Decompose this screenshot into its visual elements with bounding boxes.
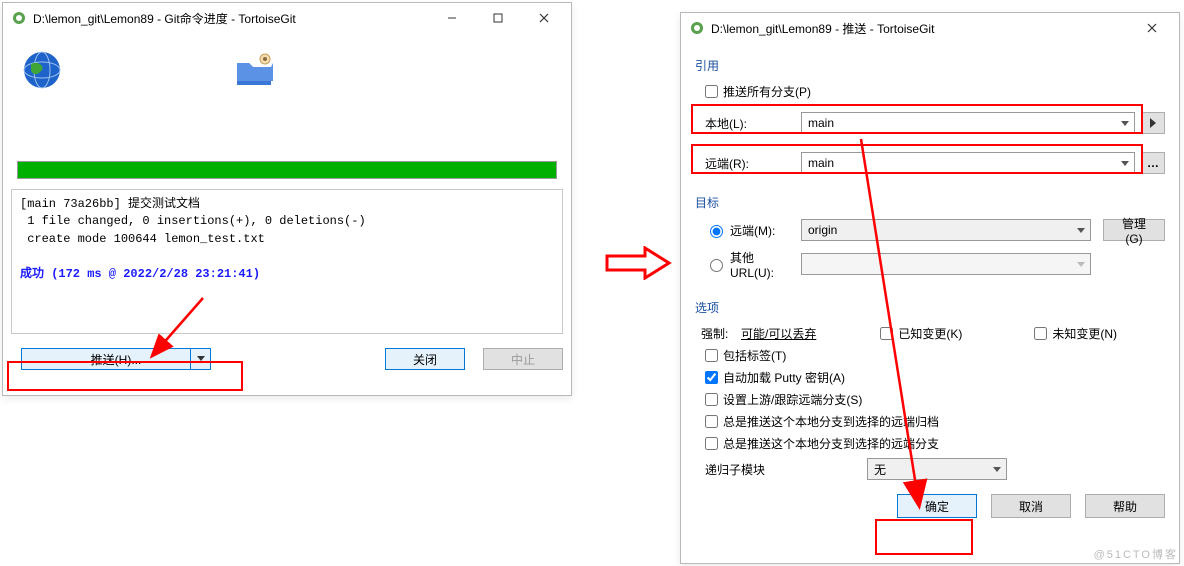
browse-local-button[interactable] xyxy=(1141,112,1165,134)
remote-label: 远端(R): xyxy=(701,155,795,172)
cancel-button[interactable]: 取消 xyxy=(991,494,1071,518)
known-changes-checkbox[interactable] xyxy=(880,327,893,340)
chevron-down-icon[interactable] xyxy=(1072,254,1090,274)
remote-branch-value: main xyxy=(808,156,834,170)
auto-putty-label: 自动加载 Putty 密钥(A) xyxy=(723,369,845,386)
auto-putty-checkbox[interactable] xyxy=(705,371,718,384)
local-branch-value: main xyxy=(808,116,834,130)
progress-bar xyxy=(17,161,557,179)
unknown-changes-checkbox[interactable] xyxy=(1034,327,1047,340)
chevron-down-icon[interactable] xyxy=(1116,153,1134,173)
log-line: create mode 100644 lemon_test.txt xyxy=(20,232,265,246)
titlebar: D:\lemon_git\Lemon89 - Git命令进度 - Tortois… xyxy=(3,3,571,33)
big-arrow-icon xyxy=(605,246,673,280)
push-all-branches-checkbox[interactable] xyxy=(705,85,718,98)
close-button[interactable] xyxy=(1129,13,1175,43)
push-button-label: 推送(H)... xyxy=(91,351,142,368)
set-upstream-label: 设置上游/跟踪远端分支(S) xyxy=(723,391,862,408)
push-button[interactable]: 推送(H)... xyxy=(21,348,211,370)
chevron-down-icon[interactable] xyxy=(1072,220,1090,240)
group-target-label: 目标 xyxy=(695,194,1165,211)
ok-label: 确定 xyxy=(925,498,949,515)
folder-icon xyxy=(233,49,275,91)
chevron-down-icon[interactable] xyxy=(1116,113,1134,133)
push-all-branches-label: 推送所有分支(P) xyxy=(723,83,811,100)
manage-label: 管理(G) xyxy=(1118,215,1150,246)
window-title: D:\lemon_git\Lemon89 - Git命令进度 - Tortois… xyxy=(33,10,429,27)
log-output[interactable]: [main 73a26bb] 提交测试文档 1 file changed, 0 … xyxy=(11,189,563,334)
include-tags-label: 包括标签(T) xyxy=(723,347,786,364)
local-label: 本地(L): xyxy=(701,115,795,132)
abort-button: 中止 xyxy=(483,348,563,370)
always-push-archive-label: 总是推送这个本地分支到选择的远端归档 xyxy=(723,413,939,430)
remote-branch-combo[interactable]: main xyxy=(801,152,1135,174)
known-changes-label: 已知变更(K) xyxy=(898,325,962,342)
app-icon xyxy=(689,20,705,36)
browse-remote-button[interactable]: … xyxy=(1141,152,1165,174)
chevron-down-icon[interactable] xyxy=(190,349,210,369)
force-option-link[interactable]: 可能/可以丢弃 xyxy=(741,325,816,342)
abort-label: 中止 xyxy=(511,351,535,368)
maximize-button[interactable] xyxy=(475,3,521,33)
watermark: @51CTO博客 xyxy=(1094,546,1178,562)
chevron-down-icon[interactable] xyxy=(988,459,1006,479)
force-label: 强制: xyxy=(701,325,735,342)
group-options-label: 选项 xyxy=(695,299,1165,316)
minimize-button[interactable] xyxy=(429,3,475,33)
window-body: [main 73a26bb] 提交测试文档 1 file changed, 0 … xyxy=(3,33,571,378)
other-url-combo[interactable] xyxy=(801,253,1091,275)
close-dialog-label: 关闭 xyxy=(413,351,437,368)
target-remote-value: origin xyxy=(808,223,837,237)
manage-button[interactable]: 管理(G) xyxy=(1103,219,1165,241)
local-branch-combo[interactable]: main xyxy=(801,112,1135,134)
window-title: D:\lemon_git\Lemon89 - 推送 - TortoiseGit xyxy=(711,20,1129,37)
ok-button[interactable]: 确定 xyxy=(897,494,977,518)
target-remote-combo[interactable]: origin xyxy=(801,219,1091,241)
close-dialog-button[interactable]: 关闭 xyxy=(385,348,465,370)
submodule-value: 无 xyxy=(874,461,886,478)
submodule-combo[interactable]: 无 xyxy=(867,458,1007,480)
help-button[interactable]: 帮助 xyxy=(1085,494,1165,518)
push-dialog: D:\lemon_git\Lemon89 - 推送 - TortoiseGit … xyxy=(680,12,1180,564)
include-tags-checkbox[interactable] xyxy=(705,349,718,362)
log-success: 成功 (172 ms @ 2022/2/28 23:21:41) xyxy=(20,267,260,281)
always-push-branch-checkbox[interactable] xyxy=(705,437,718,450)
help-label: 帮助 xyxy=(1113,498,1137,515)
log-line: 1 file changed, 0 insertions(+), 0 delet… xyxy=(20,214,366,228)
target-remote-label[interactable]: 远端(M): xyxy=(701,222,795,239)
globe-icon xyxy=(21,49,63,91)
dialog-body: 引用 推送所有分支(P) 本地(L): main 远端(R): main xyxy=(681,43,1179,528)
app-icon xyxy=(11,10,27,26)
titlebar: D:\lemon_git\Lemon89 - 推送 - TortoiseGit xyxy=(681,13,1179,43)
other-url-label[interactable]: 其他URL(U): xyxy=(701,249,795,280)
group-ref-label: 引用 xyxy=(695,57,1165,74)
always-push-archive-checkbox[interactable] xyxy=(705,415,718,428)
log-line: [main 73a26bb] 提交测试文档 xyxy=(20,197,200,211)
unknown-changes-label: 未知变更(N) xyxy=(1052,325,1117,342)
always-push-branch-label: 总是推送这个本地分支到选择的远端分支 xyxy=(723,435,939,452)
target-remote-radio[interactable] xyxy=(710,225,723,238)
set-upstream-checkbox[interactable] xyxy=(705,393,718,406)
other-url-radio[interactable] xyxy=(710,259,723,272)
icon-row xyxy=(11,41,563,111)
submodule-label: 递归子模块 xyxy=(701,461,861,478)
close-button[interactable] xyxy=(521,3,567,33)
progress-window: D:\lemon_git\Lemon89 - Git命令进度 - Tortois… xyxy=(2,2,572,396)
cancel-label: 取消 xyxy=(1019,498,1043,515)
